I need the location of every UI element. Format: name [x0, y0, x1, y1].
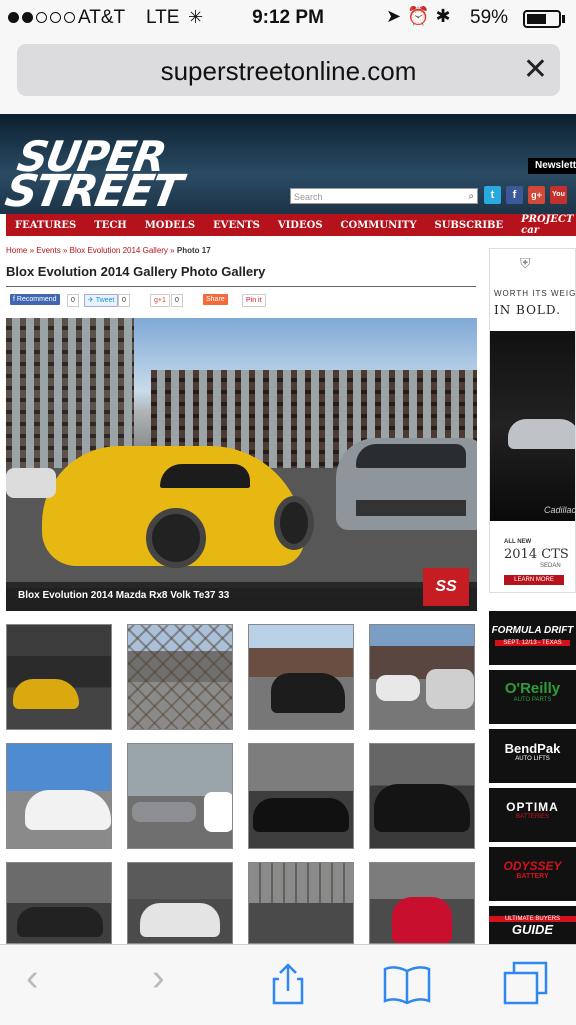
photo-yellow-rx8	[42, 446, 314, 568]
battery-percent: 59%	[470, 7, 509, 28]
sidebar-ad[interactable]: ⛨ WORTH ITS WEIGH IN BOLD. Cadillac ALL …	[489, 248, 576, 593]
photo-grey-evo	[336, 438, 477, 530]
search-placeholder: Search	[294, 192, 323, 202]
youtube-icon[interactable]: You	[550, 186, 567, 204]
nav-events[interactable]: EVENTS	[204, 220, 269, 231]
nav-subscribe[interactable]: SUBSCRIBE	[425, 220, 512, 231]
newsletter-link[interactable]: Newslett	[528, 158, 576, 174]
breadcrumb-events[interactable]: Events	[36, 246, 60, 255]
gallery-thumbnail[interactable]	[127, 743, 233, 849]
sponsor-guide[interactable]: ULTIMATE BUYERS GUIDE	[489, 906, 576, 944]
tweet-button[interactable]: ✈ Tweet	[84, 294, 119, 307]
watermark-logo: SS	[423, 568, 469, 606]
facebook-recommend-button[interactable]: f Recommend	[10, 294, 60, 305]
browser-toolbar: superstreetonline.com ✕	[0, 38, 576, 115]
breadcrumb-home[interactable]: Home	[6, 246, 27, 255]
gallery-thumbnail[interactable]	[369, 624, 475, 730]
nav-videos[interactable]: VIDEOS	[269, 220, 332, 231]
sponsor-oreilly[interactable]: O'Reilly AUTO PARTS	[489, 670, 576, 724]
breadcrumb: Home » Events » Blox Evolution 2014 Gall…	[6, 246, 211, 255]
close-icon[interactable]: ✕	[523, 52, 548, 87]
twitter-icon: ✈	[88, 297, 96, 304]
gallery-thumbnail[interactable]	[248, 862, 354, 944]
ad-all-new: ALL NEW	[504, 539, 532, 545]
photo-caption-bar: Blox Evolution 2014 Mazda Rx8 Volk Te37 …	[6, 582, 477, 611]
cadillac-crest-icon: ⛨	[520, 255, 531, 271]
ad-brand: Cadillac	[544, 505, 576, 515]
pin-it-button[interactable]: Pin it	[242, 294, 266, 307]
nav-features[interactable]: FEATURES	[6, 220, 85, 231]
sponsor-formula-drift[interactable]: FORMULA DRIFT SEPT. 12/13 - TEXAS	[489, 611, 576, 665]
forward-icon[interactable]: ›	[152, 957, 165, 1000]
url-text[interactable]: superstreetonline.com	[17, 56, 560, 87]
main-nav: FEATURES TECH MODELS EVENTS VIDEOS COMMU…	[6, 214, 576, 236]
nav-models[interactable]: MODELS	[136, 220, 204, 231]
search-input[interactable]: Search ⌕	[290, 188, 478, 204]
tweet-count: 0	[118, 294, 130, 307]
twitter-icon[interactable]: t	[484, 186, 501, 204]
bookmarks-icon[interactable]	[383, 965, 431, 1005]
gallery-thumbnail[interactable]	[127, 624, 233, 730]
site-header: SUPER STREET Newslett Search ⌕ t f g+ Yo…	[0, 114, 576, 214]
nav-community[interactable]: COMMUNITY	[332, 220, 426, 231]
gallery-thumbnail[interactable]	[6, 862, 112, 944]
ad-sedan: SEDAN	[540, 563, 561, 569]
browser-bottom-toolbar: ‹ ›	[0, 944, 576, 1025]
sponsor-optima[interactable]: OPTIMA BATTERIES	[489, 788, 576, 842]
search-icon[interactable]: ⌕	[468, 189, 474, 205]
google-plus-button[interactable]: g+1	[150, 294, 170, 307]
gallery-thumbnail[interactable]	[369, 743, 475, 849]
gallery-thumbnail[interactable]	[248, 624, 354, 730]
ad-tagline-2: IN BOLD.	[494, 303, 561, 317]
photo-caption: Blox Evolution 2014 Mazda Rx8 Volk Te37 …	[18, 590, 230, 601]
nav-project-car[interactable]: PROJECT car	[512, 214, 576, 236]
google-plus-icon[interactable]: g+	[528, 186, 545, 204]
ad-car-image: Cadillac	[490, 331, 576, 521]
recommend-count: 0	[67, 294, 79, 307]
gallery-thumbnail[interactable]	[369, 862, 475, 944]
sponsor-odyssey[interactable]: ODYSSEY BATTERY	[489, 847, 576, 901]
site-logo-line2[interactable]: STREET	[2, 166, 185, 214]
ad-model: 2014 CTS	[504, 547, 569, 562]
battery-icon	[523, 10, 561, 28]
share-button[interactable]: Share	[203, 294, 228, 305]
facebook-icon[interactable]: f	[506, 186, 523, 204]
ad-tagline-1: WORTH ITS WEIGH	[494, 289, 576, 298]
learn-more-button[interactable]: LEARN MORE	[504, 575, 564, 585]
breadcrumb-gallery[interactable]: Blox Evolution 2014 Gallery	[70, 246, 168, 255]
address-field[interactable]: superstreetonline.com ✕	[17, 44, 560, 96]
sponsor-bendpak[interactable]: BendPak AUTO LIFTS	[489, 729, 576, 783]
gplus-count: 0	[171, 294, 183, 307]
nav-tech[interactable]: TECH	[85, 220, 135, 231]
tabs-icon[interactable]	[502, 961, 550, 1007]
gallery-thumbnail[interactable]	[6, 743, 112, 849]
status-bar: AT&T LTE ✳ 9:12 PM ➤⏰✱ 59%	[0, 0, 576, 38]
divider	[6, 286, 476, 287]
gallery-main-photo[interactable]: Blox Evolution 2014 Mazda Rx8 Volk Te37 …	[6, 318, 477, 611]
gallery-thumbnail[interactable]	[6, 624, 112, 730]
page-title: Blox Evolution 2014 Gallery Photo Galler…	[6, 264, 266, 279]
location-alarm-bluetooth-icons: ➤⏰✱	[386, 6, 457, 26]
breadcrumb-current: Photo 17	[176, 246, 211, 255]
share-icon[interactable]	[270, 963, 306, 1005]
gallery-thumbnail[interactable]	[127, 862, 233, 944]
back-icon[interactable]: ‹	[26, 957, 39, 1000]
gallery-thumbnail[interactable]	[248, 743, 354, 849]
